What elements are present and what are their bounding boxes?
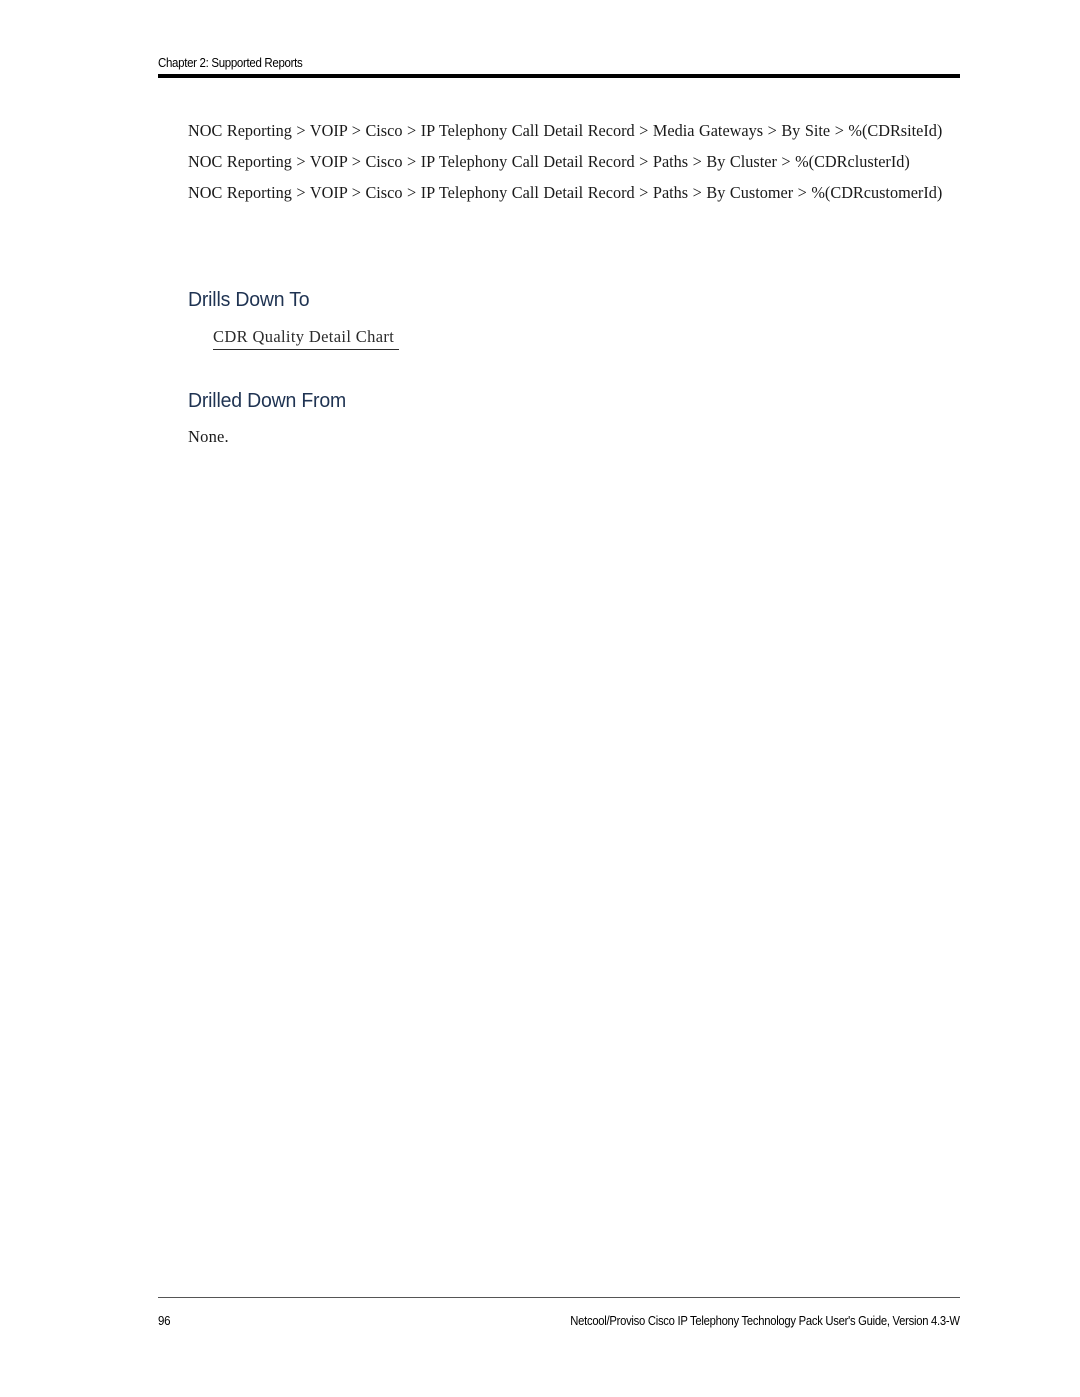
page-footer: 96 Netcool/Proviso Cisco IP Telephony Te… (158, 1297, 960, 1328)
footer-guide-title: Netcool/Proviso Cisco IP Telephony Techn… (570, 1314, 961, 1328)
header-rule (158, 74, 960, 78)
breadcrumb-path: NOC Reporting > VOIP > Cisco > IP Teleph… (188, 183, 943, 202)
breadcrumb-path-list: NOC Reporting > VOIP > Cisco > IP Teleph… (188, 118, 960, 205)
document-page: Chapter 2: Supported Reports NOC Reporti… (0, 0, 1080, 1397)
breadcrumb-path: NOC Reporting > VOIP > Cisco > IP Teleph… (188, 152, 910, 171)
drilled-down-from-value: None. (188, 427, 229, 446)
drill-target-link[interactable]: CDR Quality Detail Chart (213, 326, 400, 350)
drills-down-to-content: CDR Quality Detail Chart (213, 326, 400, 350)
running-header: Chapter 2: Supported Reports (158, 56, 960, 78)
footer-row: 96 Netcool/Proviso Cisco IP Telephony Te… (158, 1314, 960, 1328)
section-heading-drilled-down-from: Drilled Down From (188, 389, 347, 412)
running-header-text: Chapter 2: Supported Reports (158, 56, 303, 70)
footer-page-number: 96 (158, 1314, 171, 1328)
section-heading-drills-down-to: Drills Down To (188, 288, 310, 311)
footer-rule (158, 1297, 960, 1298)
breadcrumb-path: NOC Reporting > VOIP > Cisco > IP Teleph… (188, 121, 943, 140)
